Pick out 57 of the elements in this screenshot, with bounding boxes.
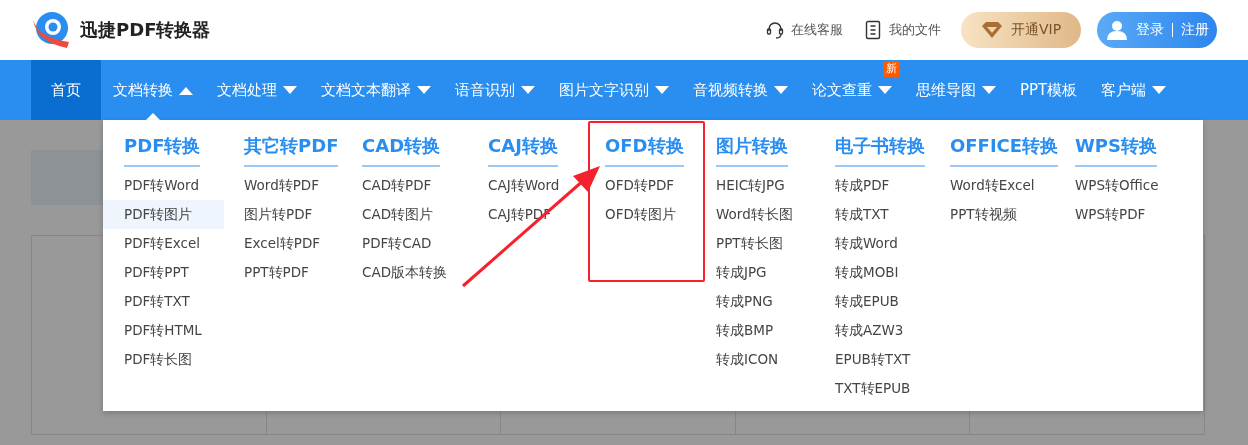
menu-item[interactable]: 转成MOBI: [835, 258, 899, 287]
column-title: OFFICE转换: [950, 134, 1059, 167]
user-icon: [1105, 19, 1128, 41]
menu-item[interactable]: 转成ICON: [716, 345, 779, 374]
column-title: 电子书转换: [835, 134, 925, 167]
menu-item[interactable]: Word转Excel: [950, 171, 1035, 200]
menu-item[interactable]: TXT转EPUB: [835, 374, 911, 403]
menu-item[interactable]: WPS转Office: [1075, 171, 1159, 200]
menu-item[interactable]: PDF转图片: [103, 200, 224, 229]
column-title: 图片转换: [716, 134, 788, 167]
menu-item[interactable]: CAD版本转换: [362, 258, 448, 287]
new-badge: 新: [883, 61, 900, 77]
menu-item[interactable]: 图片转PDF: [244, 200, 313, 229]
menu-item[interactable]: CAD转PDF: [362, 171, 432, 200]
header-link[interactable]: 在线客服: [765, 20, 843, 40]
menu-item[interactable]: PDF转HTML: [103, 316, 224, 345]
menu-item[interactable]: CAD转图片: [362, 200, 434, 229]
menu-item[interactable]: OFD转图片: [605, 200, 676, 229]
menu-item[interactable]: 转成TXT: [835, 200, 889, 229]
app-title: 迅捷PDF转换器: [80, 18, 211, 42]
menu-item[interactable]: CAJ转Word: [488, 171, 560, 200]
menu-item[interactable]: PPT转PDF: [244, 258, 309, 287]
diamond-icon: [980, 22, 1003, 38]
menu-item[interactable]: PPT转视频: [950, 200, 1017, 229]
menu-item[interactable]: PPT转长图: [716, 229, 783, 258]
menu-item[interactable]: 转成BMP: [716, 316, 774, 345]
column-title: CAD转换: [362, 134, 441, 167]
menu-item[interactable]: PDF转Word: [103, 171, 224, 200]
menu-item[interactable]: PDF转CAD: [362, 229, 432, 258]
menu-item[interactable]: PDF转长图: [103, 345, 224, 374]
vip-button[interactable]: 开通VIP: [961, 12, 1081, 48]
menu-item[interactable]: EPUB转TXT: [835, 345, 911, 374]
menu-item[interactable]: Word转长图: [716, 200, 793, 229]
menu-item[interactable]: Word转PDF: [244, 171, 319, 200]
menu-item[interactable]: 转成JPG: [716, 258, 767, 287]
document-icon: [863, 20, 883, 40]
menu-item[interactable]: 转成EPUB: [835, 287, 899, 316]
menu-item[interactable]: PDF转Excel: [103, 229, 224, 258]
column-title: 其它转PDF: [244, 134, 339, 167]
menu-item[interactable]: PDF转PPT: [103, 258, 224, 287]
column-title: OFD转换: [605, 134, 684, 167]
headset-icon: [765, 20, 785, 40]
menu-item[interactable]: Excel转PDF: [244, 229, 321, 258]
menu-item[interactable]: 转成Word: [835, 229, 898, 258]
menu-item[interactable]: 转成PDF: [835, 171, 890, 200]
menu-item[interactable]: PDF转TXT: [103, 287, 224, 316]
column-title: WPS转换: [1075, 134, 1157, 167]
menu-item[interactable]: WPS转PDF: [1075, 200, 1146, 229]
menu-item[interactable]: OFD转PDF: [605, 171, 675, 200]
column-title: CAJ转换: [488, 134, 558, 167]
menu-item[interactable]: 转成AZW3: [835, 316, 904, 345]
header-link[interactable]: 我的文件: [863, 20, 941, 40]
nav-tab[interactable]: 首页: [31, 60, 101, 120]
menu-item[interactable]: HEIC转JPG: [716, 171, 785, 200]
column-title: PDF转换: [124, 134, 201, 167]
menu-item[interactable]: 转成PNG: [716, 287, 773, 316]
logo-icon: [31, 10, 71, 50]
